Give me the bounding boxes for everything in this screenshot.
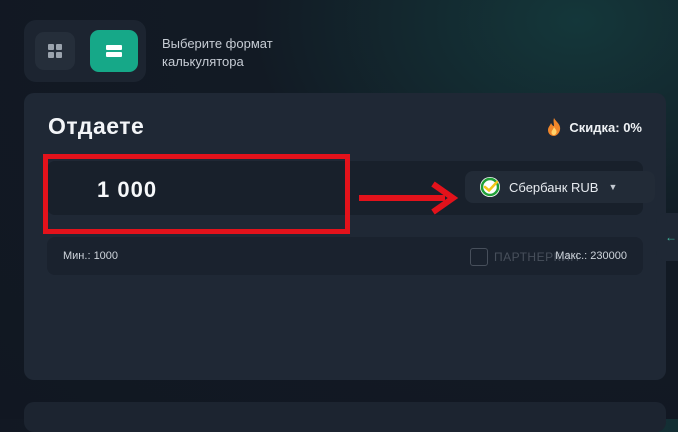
min-value: 1000 — [93, 250, 119, 262]
side-tab[interactable]: ← — [656, 213, 678, 261]
arrow-left-icon: ← — [665, 230, 677, 244]
card-title: Отдаете — [48, 113, 145, 139]
sberbank-icon — [480, 177, 500, 197]
annotation-highlight-box — [43, 154, 350, 234]
calculator-format-switch — [24, 20, 146, 82]
watermark-text: ПАРТНЕРКИН — [494, 250, 580, 264]
grid-format-button[interactable] — [35, 32, 75, 70]
annotation-arrow-icon — [359, 181, 459, 215]
max-value: 230000 — [590, 250, 627, 262]
next-card-edge — [24, 402, 666, 432]
list-icon — [106, 45, 122, 57]
watermark-icon — [470, 248, 488, 266]
give-card: Отдаете Скидка: 0% 1 000 Сбербанк RUB ▼ … — [24, 93, 666, 380]
min-limit: Мин.: 1000 — [63, 250, 118, 262]
watermark: ПАРТНЕРКИН — [470, 248, 579, 266]
format-hint: Выберите формат калькулятора — [162, 36, 273, 69]
flame-icon — [548, 118, 561, 136]
caret-down-icon: ▼ — [608, 182, 618, 192]
list-format-button[interactable] — [90, 30, 138, 72]
currency-select[interactable]: Сбербанк RUB ▼ — [465, 171, 655, 203]
min-label: Мин.: — [63, 250, 91, 262]
discount-label: Скидка: 0% — [569, 119, 642, 135]
currency-label: Сбербанк RUB — [509, 179, 599, 195]
discount-badge: Скидка: 0% — [545, 117, 642, 137]
grid-icon — [48, 44, 62, 58]
